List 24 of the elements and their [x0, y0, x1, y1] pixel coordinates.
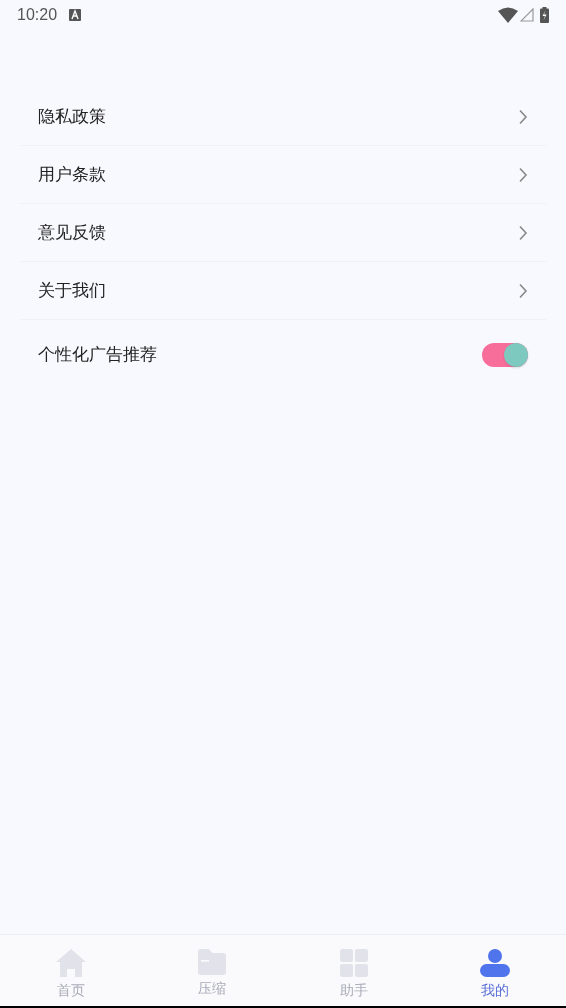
chevron-right-icon — [518, 224, 528, 241]
grid-icon — [339, 949, 368, 977]
home-icon — [55, 949, 86, 977]
menu-item-label: 意见反馈 — [38, 221, 107, 244]
chevron-right-icon — [518, 282, 528, 299]
folder-icon — [198, 949, 227, 975]
keyboard-icon — [69, 9, 82, 21]
toggle-switch[interactable] — [482, 343, 528, 367]
signal-icon — [520, 8, 534, 22]
menu-item[interactable]: 隐私政策 — [20, 88, 546, 146]
status-time: 10:20 — [17, 5, 58, 25]
menu-item-label: 个性化广告推荐 — [38, 344, 158, 367]
menu-item[interactable]: 意见反馈 — [20, 204, 546, 262]
wifi-icon — [498, 7, 518, 23]
nav-tab[interactable]: 我的 — [424, 935, 566, 1006]
person-icon — [480, 949, 511, 977]
menu-item-label: 关于我们 — [38, 279, 107, 302]
menu-item[interactable]: 用户条款 — [20, 146, 546, 204]
chevron-right-icon — [518, 108, 528, 125]
menu-item-label: 用户条款 — [38, 163, 107, 186]
battery-icon — [540, 7, 549, 23]
menu-item[interactable]: 关于我们 — [20, 262, 546, 320]
chevron-right-icon — [518, 166, 528, 183]
menu-item-label: 隐私政策 — [38, 105, 107, 128]
